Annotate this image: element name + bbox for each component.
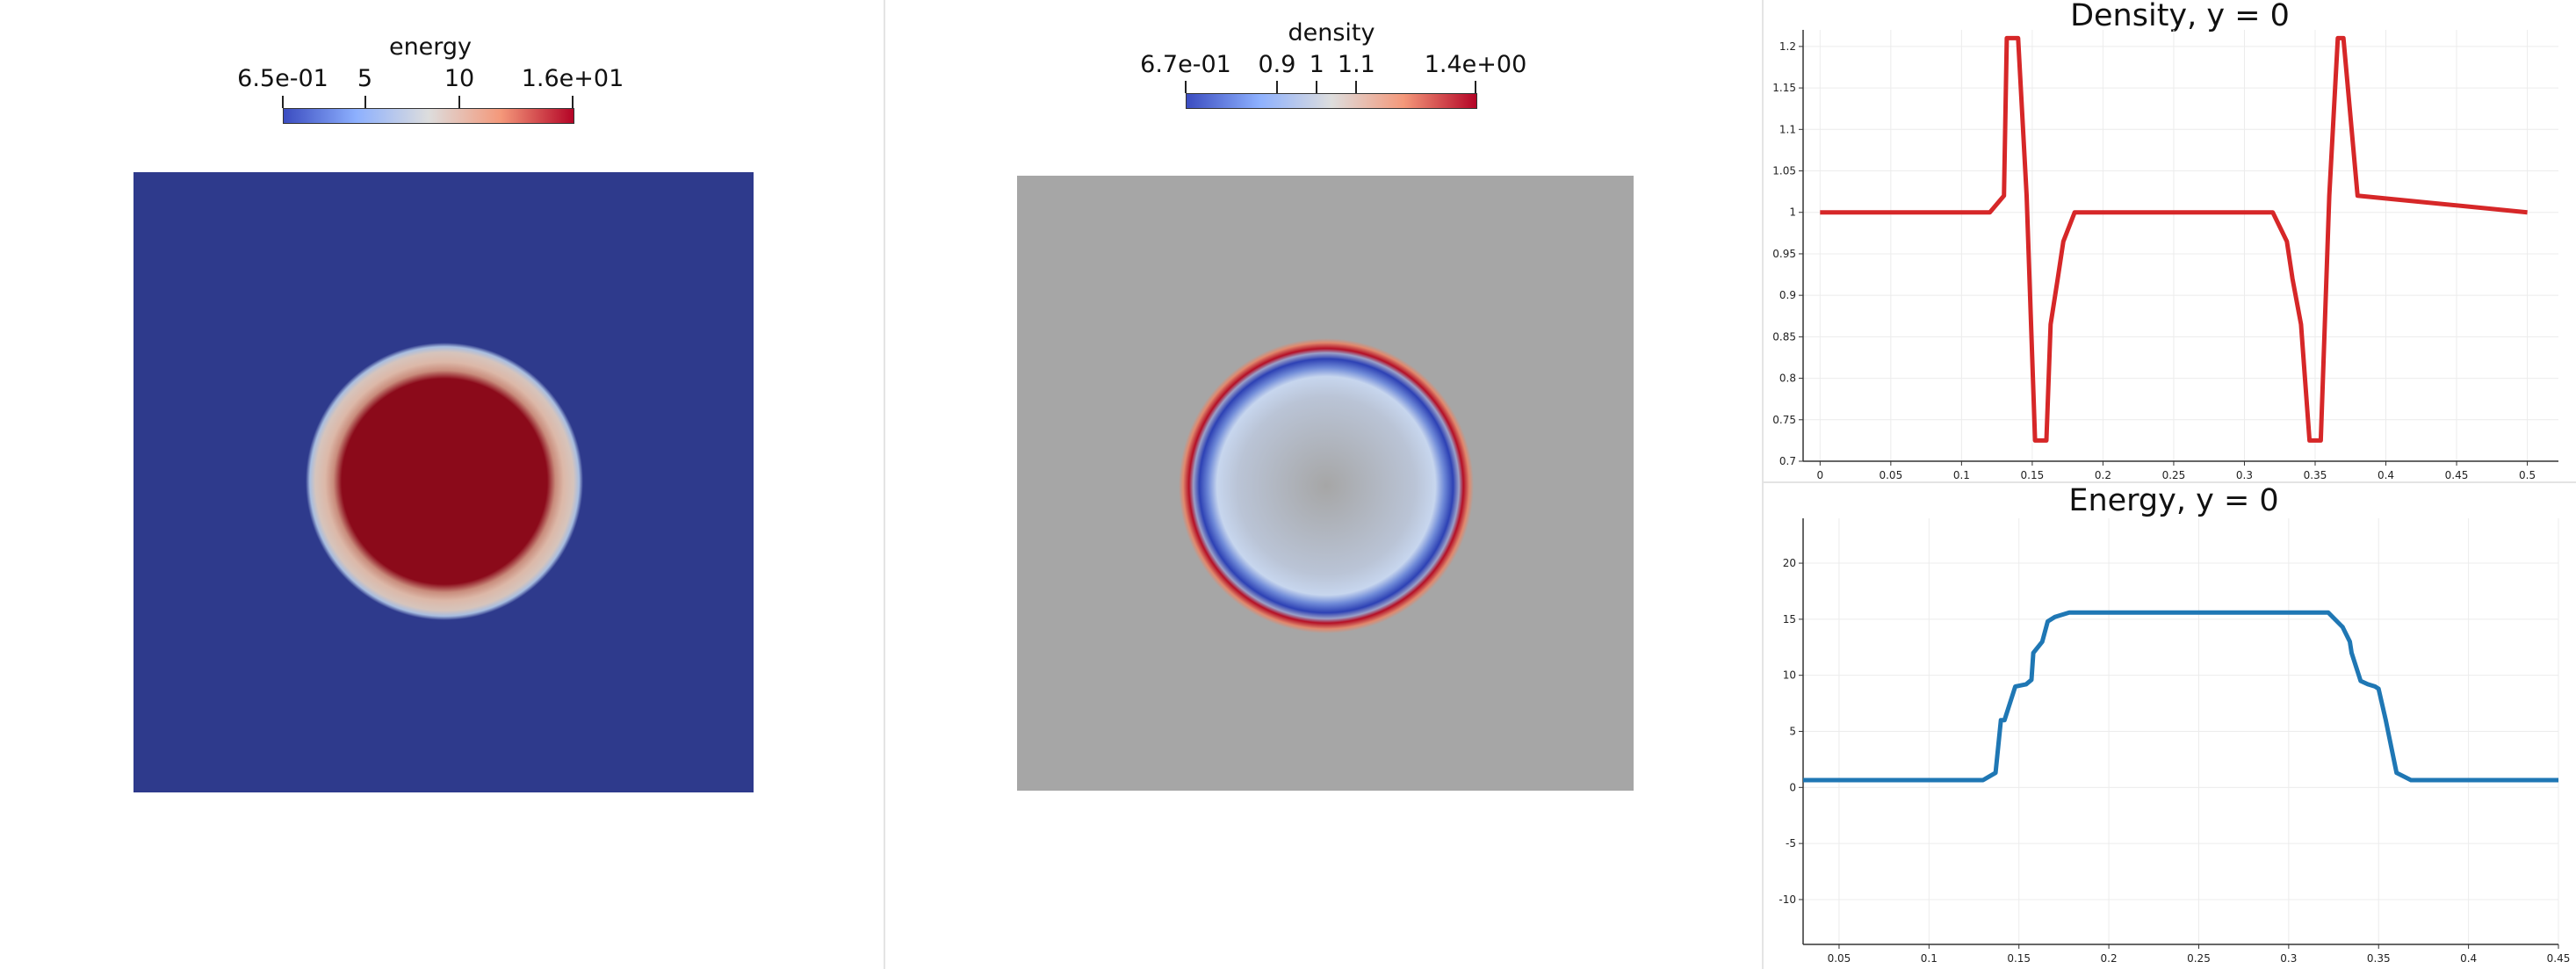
density-shock-ring [1179, 338, 1474, 633]
energy-plot-x-tick-label: 0.15 [2007, 952, 2031, 965]
energy-colorbar-tick-mark [364, 96, 366, 108]
density-colorbar-tick-label: 0.9 [1258, 51, 1296, 78]
energy-plot-x-tick-label: 0.35 [2367, 952, 2391, 965]
density-plot-x-tick-label: 0.05 [1879, 469, 1902, 479]
density-plot-y-tick-label: 0.75 [1772, 414, 1796, 426]
density-plot-x-tick-label: 0.1 [1953, 469, 1970, 479]
density-colorbar-tick-label: 1 [1309, 51, 1324, 78]
energy-plot-y-tick-label: 15 [1783, 613, 1796, 626]
density-plot-y-tick-label: 1 [1789, 206, 1796, 219]
density-plot-x-tick-label: 0.5 [2519, 469, 2536, 479]
energy-colorbar-tick-label: 6.5e-01 [237, 65, 328, 92]
energy-colorbar-tick-label: 10 [444, 65, 475, 92]
energy-plot-x-tick-label: 0.2 [2101, 952, 2118, 965]
density-colorbar-tick-mark [1185, 81, 1187, 93]
energy-colorbar-tick-mark [458, 96, 460, 108]
density-field[interactable] [1017, 174, 1641, 798]
density-plot-y-tick-label: 0.9 [1779, 289, 1796, 301]
energy-line-plot[interactable]: 0.05 0.1 0.15 0.2 0.25 0.3 0.35 0.4 0.45 -10 -5 0 5 1… [1764, 483, 2576, 969]
energy-plot-y-tick-label: -10 [1779, 893, 1796, 906]
energy-colorbar-tick-label: 1.6e+01 [521, 65, 624, 92]
energy-colorbar-tick-label: 5 [357, 65, 373, 92]
energy-plot-x-tick-label: 0.4 [2460, 952, 2477, 965]
energy-plot-y-tick-label: 0 [1789, 781, 1796, 793]
density-plot-y-tick-label: 1.1 [1779, 123, 1796, 135]
energy-plot-x-tick-label: 0.1 [1921, 952, 1937, 965]
density-colorbar-tick-mark [1316, 81, 1318, 93]
energy-colorbar-title: energy [388, 33, 473, 61]
energy-plot-x-tick-label: 0.45 [2547, 952, 2571, 965]
energy-plot-y-tick-label: 20 [1783, 557, 1796, 569]
density-colorbar-tick-label: 1.1 [1337, 51, 1375, 78]
density-plot-y-tick-label: 1.2 [1779, 40, 1796, 53]
energy-view-panel[interactable]: energy 6.5e-01 5 10 1.6e+01 [0, 0, 884, 969]
energy-plot-x-tick-label: 0.05 [1828, 952, 1851, 965]
density-plot-y-tick-label: 1.15 [1772, 82, 1796, 94]
energy-plot-x-tick-label: 0.3 [2280, 952, 2297, 965]
density-plot-x-tick-label: 0.3 [2236, 469, 2253, 479]
density-colorbar-tick-label: 6.7e-01 [1140, 51, 1231, 78]
density-colorbar-tick-mark [1355, 81, 1358, 93]
density-plot-y-tick-label: 0.8 [1779, 372, 1796, 385]
density-colorbar-tick-label: 1.4e+00 [1424, 51, 1527, 78]
line-plots-panel: Density, y = 0 0 0.05 0.1 0.15 0.2 0.25 0.3 0.3… [1764, 0, 2576, 969]
density-plot-y-tick-label: 0.7 [1779, 455, 1796, 467]
density-plot-x-tick-label: 0.45 [2445, 469, 2469, 479]
density-plot-x-tick-label: 0.2 [2095, 469, 2111, 479]
density-colorbar-tick-mark [1475, 81, 1476, 93]
energy-colorbar-tick-mark [572, 96, 574, 108]
density-colorbar-tick-mark [1275, 81, 1278, 93]
density-plot-x-tick-label: 0.25 [2162, 469, 2186, 479]
density-plot-x-tick-label: 0.15 [2021, 469, 2045, 479]
density-colorbar [1186, 93, 1477, 109]
density-line-plot[interactable]: 0 0.05 0.1 0.15 0.2 0.25 0.3 0.35 0.4 0.45 0.5 0.7 0… [1764, 0, 2576, 479]
density-plot-x-tick-label: 0.35 [2304, 469, 2327, 479]
energy-plot-y-tick-label: 5 [1789, 726, 1796, 738]
energy-colorbar-tick-mark [282, 96, 284, 108]
energy-plot-y-tick-label: 10 [1783, 669, 1796, 682]
density-colorbar-title: density [1288, 19, 1375, 47]
density-plot-y-tick-label: 0.85 [1772, 330, 1796, 343]
density-view-panel[interactable]: density 6.7e-01 0.9 1 1.1 1.4e+00 [885, 0, 1762, 969]
energy-field[interactable] [133, 172, 757, 796]
energy-colorbar [283, 108, 574, 124]
density-plot-x-tick-label: 0.4 [2378, 469, 2394, 479]
energy-plot-series-line [1803, 610, 2558, 783]
density-plot-x-tick-label: 0 [1817, 469, 1824, 479]
energy-plot-y-tick-label: -5 [1786, 837, 1796, 850]
density-plot-y-tick-label: 0.95 [1772, 248, 1796, 260]
energy-plot-x-tick-label: 0.25 [2187, 952, 2211, 965]
density-plot-y-tick-label: 1.05 [1772, 165, 1796, 177]
energy-blast-region [306, 343, 583, 620]
